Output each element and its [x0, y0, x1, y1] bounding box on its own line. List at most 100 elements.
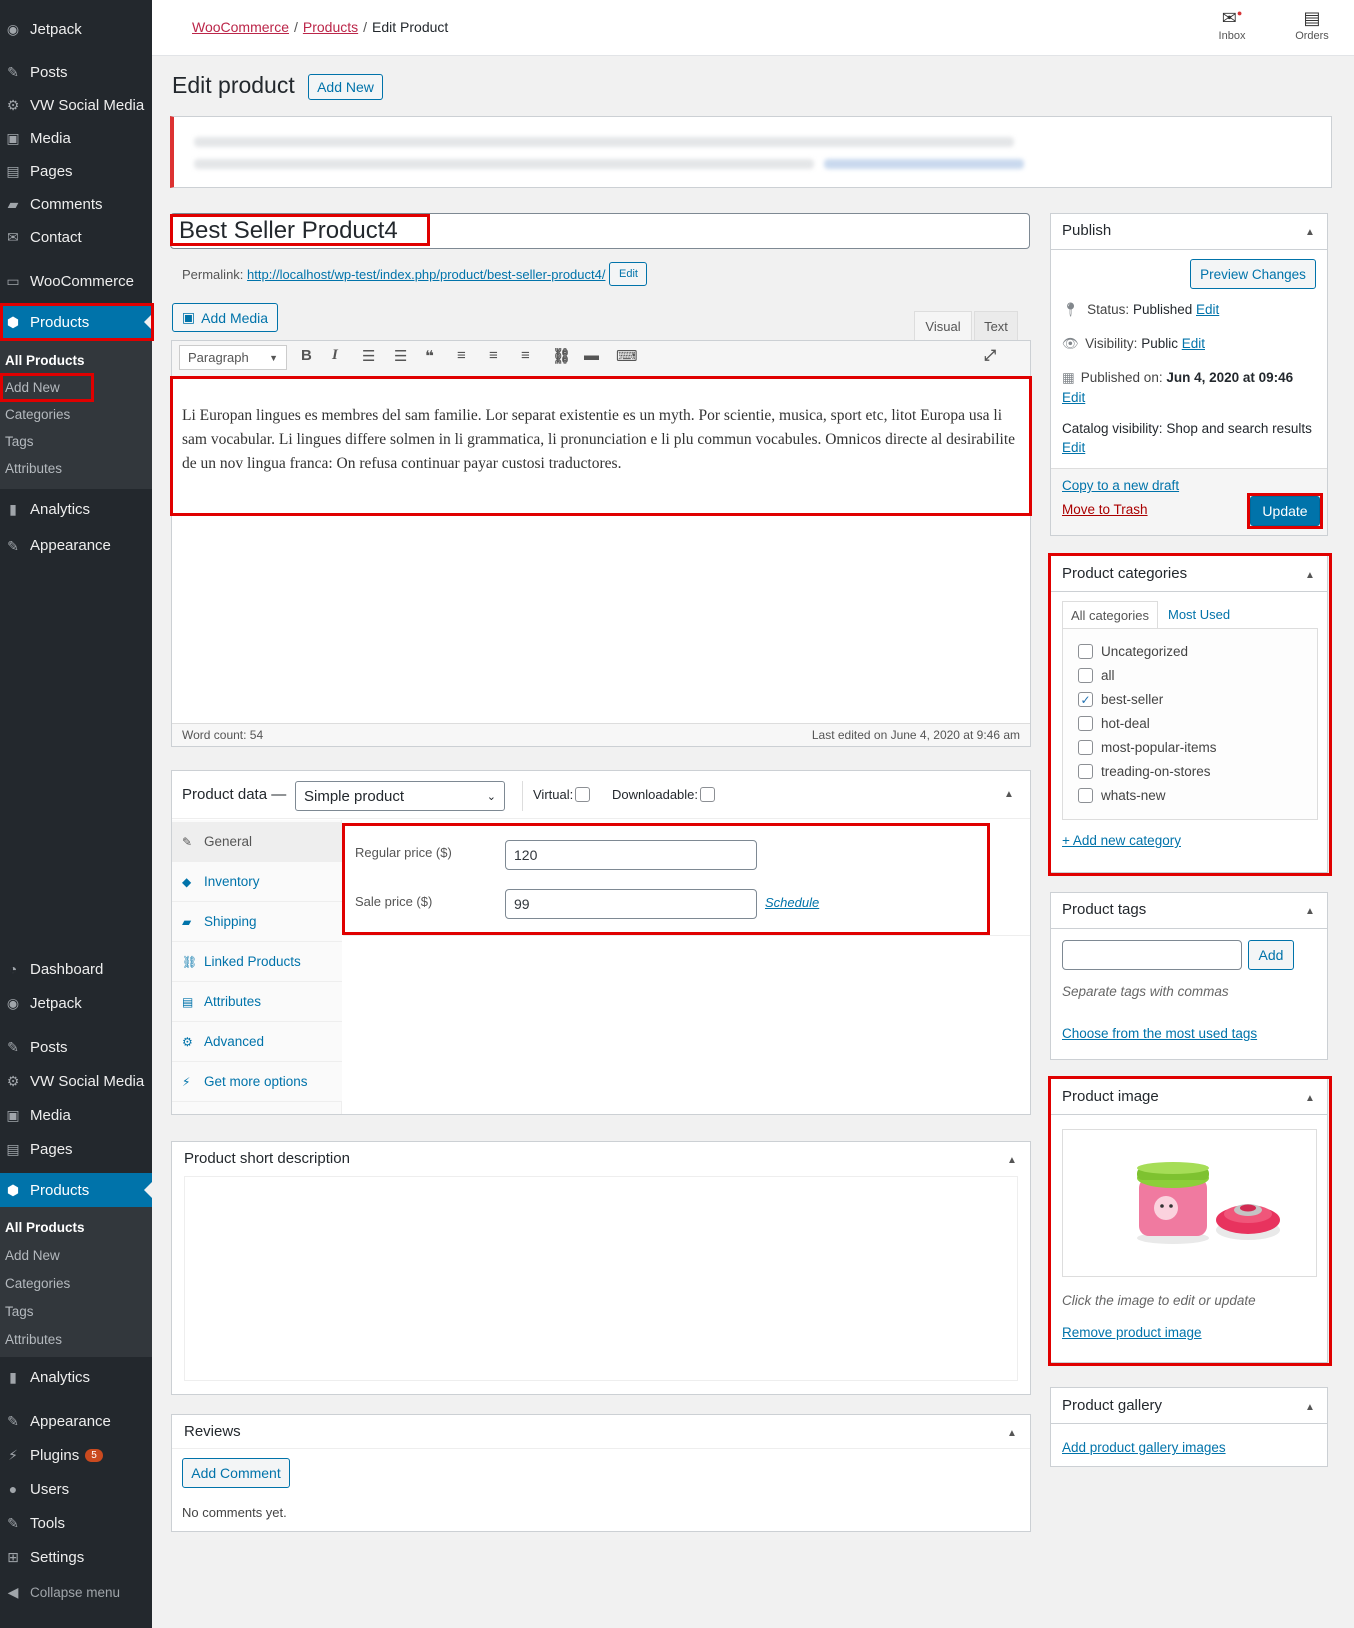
checkbox-unchecked[interactable] — [1078, 668, 1093, 683]
collapse-toggle-icon[interactable]: ▲ — [1305, 570, 1315, 581]
tab-visual[interactable]: Visual — [914, 311, 972, 340]
sale-price-input[interactable] — [505, 889, 757, 919]
category-item[interactable]: all — [1078, 668, 1115, 683]
menu-comments[interactable]: ▰ Comments — [0, 189, 152, 219]
toolbar-toggle-icon[interactable]: ⌨ — [616, 347, 638, 365]
virtual-checkbox[interactable] — [575, 787, 591, 802]
add-media-button[interactable]: ▣ Add Media — [172, 303, 278, 332]
checkbox-unchecked[interactable] — [1078, 644, 1093, 659]
tab-shipping[interactable]: ▰ Shipping — [172, 902, 342, 942]
collapse-toggle-icon[interactable]: ▲ — [1305, 906, 1315, 917]
menu-settings[interactable]: ⊞ Settings — [0, 1542, 152, 1572]
bullet-list-icon[interactable]: ☰ — [362, 347, 375, 365]
category-item[interactable]: Uncategorized — [1078, 644, 1188, 659]
category-item[interactable]: whats-new — [1078, 788, 1166, 803]
menu-jetpack-2[interactable]: ◉ Jetpack — [0, 988, 152, 1018]
update-button[interactable]: Update — [1250, 496, 1320, 526]
collapse-toggle-icon[interactable]: ▲ — [1305, 227, 1315, 238]
add-tag-button[interactable]: Add — [1248, 940, 1294, 970]
italic-icon[interactable]: I — [332, 347, 338, 364]
downloadable-checkbox-row[interactable]: Downloadable: — [612, 787, 723, 802]
product-type-select[interactable]: Simple product ⌄ — [295, 781, 505, 811]
tab-all-categories[interactable]: All categories — [1062, 601, 1158, 628]
align-center-icon[interactable]: ≡ — [489, 347, 498, 364]
add-new-button[interactable]: Add New — [308, 74, 383, 100]
menu-woocommerce[interactable]: ▭ WooCommerce — [0, 266, 152, 296]
menu-pages[interactable]: ▤ Pages — [0, 156, 152, 186]
menu-analytics-2[interactable]: ▮ Analytics — [0, 1362, 152, 1392]
menu-tools[interactable]: ✎ Tools — [0, 1508, 152, 1538]
align-left-icon[interactable]: ≡ — [457, 347, 466, 364]
checkbox-checked[interactable]: ✓ — [1078, 692, 1093, 707]
read-more-icon[interactable]: ▬ — [584, 347, 599, 364]
product-image-thumbnail[interactable] — [1062, 1129, 1317, 1277]
menu-vw-social[interactable]: ⚙ VW Social Media — [0, 90, 152, 120]
status-edit-link[interactable]: Edit — [1196, 302, 1219, 317]
menu-jetpack[interactable]: ◉ Jetpack — [0, 14, 152, 44]
submenu-attributes[interactable]: Attributes — [5, 456, 62, 480]
menu-dashboard[interactable]: ◔ Dashboard — [0, 954, 152, 984]
collapse-toggle-icon[interactable]: ▲ — [1007, 1428, 1017, 1439]
preview-changes-button[interactable]: Preview Changes — [1190, 259, 1316, 289]
catalog-edit-link[interactable]: Edit — [1062, 440, 1085, 455]
submenu-categories[interactable]: Categories — [5, 402, 70, 426]
link-icon[interactable]: ⛓ — [552, 347, 571, 365]
orders-button[interactable]: ▤ Orders — [1287, 8, 1337, 42]
editor-content[interactable]: Li Europan lingues es membres del sam fa… — [182, 404, 1017, 476]
align-right-icon[interactable]: ≡ — [521, 347, 530, 364]
visibility-edit-link[interactable]: Edit — [1182, 336, 1205, 351]
virtual-checkbox-row[interactable]: Virtual: — [533, 787, 598, 802]
remove-image-link[interactable]: Remove product image — [1062, 1325, 1202, 1340]
fullscreen-icon[interactable]: ⤢ — [984, 347, 996, 364]
format-select[interactable]: Paragraph ▼ — [179, 345, 287, 370]
submenu-add-new-2[interactable]: Add New — [5, 1243, 60, 1267]
downloadable-checkbox[interactable] — [700, 787, 716, 802]
category-item[interactable]: most-popular-items — [1078, 740, 1217, 755]
menu-analytics[interactable]: ▮ Analytics — [0, 494, 152, 524]
bold-icon[interactable]: B — [301, 347, 312, 364]
category-item[interactable]: hot-deal — [1078, 716, 1150, 731]
checkbox-unchecked[interactable] — [1078, 764, 1093, 779]
submenu-categories-2[interactable]: Categories — [5, 1271, 70, 1295]
category-item[interactable]: ✓ best-seller — [1078, 692, 1163, 707]
tab-advanced[interactable]: ⚙ Advanced — [172, 1022, 342, 1062]
crumb-woocommerce[interactable]: WooCommerce — [192, 19, 289, 35]
tag-input[interactable] — [1062, 940, 1242, 970]
menu-contact[interactable]: ✉ Contact — [0, 222, 152, 252]
menu-products[interactable]: ⬢ Products — [0, 305, 152, 339]
submenu-all-products[interactable]: All Products — [5, 348, 85, 372]
collapse-toggle-icon[interactable]: ▲ — [1007, 1155, 1017, 1166]
menu-posts[interactable]: ✎ Posts — [0, 57, 152, 87]
tab-text[interactable]: Text — [974, 311, 1018, 340]
post-title-input[interactable] — [170, 213, 1030, 249]
menu-plugins[interactable]: ⚡ Plugins 5 — [0, 1440, 152, 1470]
menu-appearance[interactable]: ✎ Appearance — [0, 1406, 152, 1436]
menu-collapse[interactable]: ◀ Collapse menu — [0, 1577, 152, 1607]
checkbox-unchecked[interactable] — [1078, 740, 1093, 755]
choose-tags-link[interactable]: Choose from the most used tags — [1062, 1026, 1257, 1041]
add-comment-button[interactable]: Add Comment — [182, 1458, 290, 1488]
submenu-attributes-2[interactable]: Attributes — [5, 1327, 62, 1351]
submenu-all-products-2[interactable]: All Products — [5, 1215, 85, 1239]
collapse-toggle-icon[interactable]: ▲ — [1004, 789, 1014, 800]
add-gallery-images-link[interactable]: Add product gallery images — [1062, 1440, 1226, 1455]
collapse-toggle-icon[interactable]: ▲ — [1305, 1402, 1315, 1413]
tab-attributes[interactable]: ▤ Attributes — [172, 982, 342, 1022]
blockquote-icon[interactable]: ❝ — [425, 347, 434, 365]
submenu-tags-2[interactable]: Tags — [5, 1299, 34, 1323]
regular-price-input[interactable] — [505, 840, 757, 870]
short-description-editor[interactable] — [184, 1176, 1018, 1381]
menu-vw-social-2[interactable]: ⚙ VW Social Media — [0, 1066, 152, 1096]
tab-linked-products[interactable]: ⛓ Linked Products — [172, 942, 342, 982]
permalink-link[interactable]: http://localhost/wp-test/index.php/produ… — [247, 267, 605, 282]
menu-products-2[interactable]: ⬢ Products — [0, 1173, 152, 1207]
submenu-tags[interactable]: Tags — [5, 429, 34, 453]
inbox-button[interactable]: ✉● Inbox — [1207, 8, 1257, 42]
permalink-edit-button[interactable]: Edit — [609, 262, 648, 286]
tab-most-used[interactable]: Most Used — [1168, 607, 1230, 622]
tab-get-more-options[interactable]: ⚡ Get more options — [172, 1062, 342, 1102]
published-edit-link[interactable]: Edit — [1062, 390, 1085, 405]
tab-general[interactable]: ✎ General — [172, 822, 342, 862]
menu-pages-2[interactable]: ▤ Pages — [0, 1134, 152, 1164]
move-to-trash-link[interactable]: Move to Trash — [1062, 502, 1148, 517]
